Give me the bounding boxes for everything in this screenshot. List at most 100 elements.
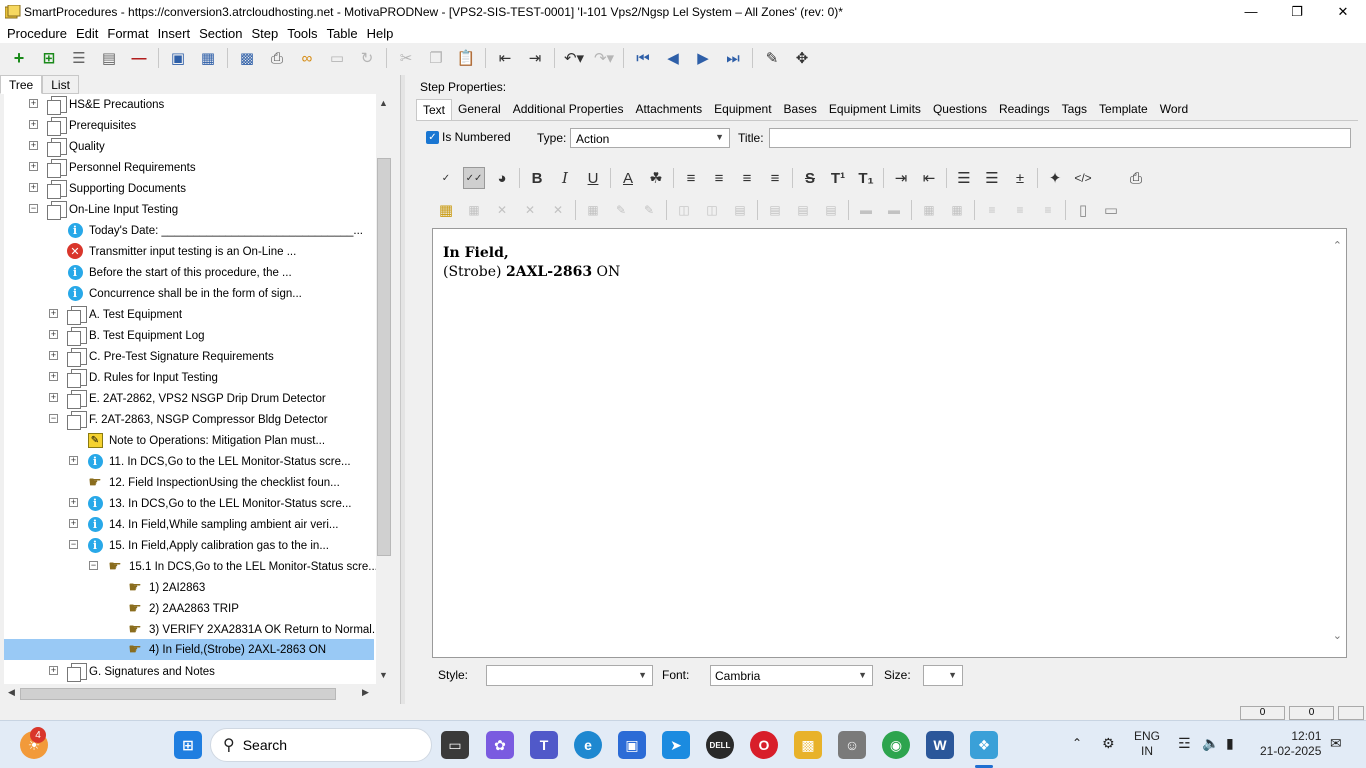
scroll-thumb[interactable]: [377, 158, 391, 556]
tree-item[interactable]: + G. Signatures and Notes: [4, 661, 376, 682]
tree-item[interactable]: − ☛ 15.1 In DCS,Go to the LEL Monitor-St…: [4, 556, 376, 577]
scroll-down-icon[interactable]: ⌄: [1333, 629, 1342, 642]
network-status-icon[interactable]: ⚙: [1102, 735, 1115, 752]
title-input[interactable]: [769, 128, 1351, 148]
tab-equipment-limits[interactable]: Equipment Limits: [823, 99, 927, 121]
cell-grid-icon[interactable]: ▦: [582, 199, 604, 221]
scroll-thumb[interactable]: [20, 688, 336, 700]
tab-questions[interactable]: Questions: [927, 99, 993, 121]
scroll-right-icon[interactable]: ▶: [362, 687, 369, 698]
cell-align-center-icon[interactable]: ≡: [1009, 199, 1031, 221]
cell-color-icon[interactable]: ✎: [638, 199, 660, 221]
menu-section[interactable]: Section: [199, 26, 249, 41]
tree-item[interactable]: i Before the start of this procedure, th…: [4, 262, 376, 283]
next-icon[interactable]: ▶: [692, 47, 714, 69]
size-select[interactable]: ▼: [923, 665, 963, 686]
expand-icon[interactable]: +: [49, 330, 58, 339]
cut-icon[interactable]: ✂: [395, 47, 417, 69]
image-icon[interactable]: ▯: [1072, 199, 1094, 221]
scroll-left-icon[interactable]: ◀: [8, 687, 15, 698]
tree-item[interactable]: ☛ 2) 2AA2863 TRIP: [4, 598, 376, 619]
bold-icon[interactable]: B: [526, 167, 548, 189]
add-icon[interactable]: +: [8, 47, 30, 69]
wifi-icon[interactable]: ☲: [1178, 735, 1191, 752]
tree-item[interactable]: + Quality: [4, 136, 376, 157]
subscript-icon[interactable]: T₁: [855, 167, 877, 189]
step-text-editor[interactable]: In Field, (Strobe) 2AXL-2863 ON ⌃ ⌄: [432, 228, 1347, 658]
tab-tags[interactable]: Tags: [1056, 99, 1093, 121]
numbered-list-icon[interactable]: ☰: [981, 167, 1003, 189]
tab-readings[interactable]: Readings: [993, 99, 1056, 121]
open-icon[interactable]: ▣: [167, 47, 189, 69]
list-icon[interactable]: ☰: [68, 47, 90, 69]
scroll-up-icon[interactable]: ▲: [379, 98, 388, 108]
font-color-icon[interactable]: A: [617, 167, 639, 189]
copilot-icon[interactable]: ✿: [486, 731, 514, 759]
save-icon[interactable]: ▦: [197, 47, 219, 69]
tree-item[interactable]: + A. Test Equipment: [4, 304, 376, 325]
tree-item[interactable]: ☛ 1) 2AI2863: [4, 577, 376, 598]
opera-icon[interactable]: O: [750, 731, 778, 759]
redo-icon[interactable]: ↷▾: [593, 47, 615, 69]
tree-item-selected[interactable]: ☛ 4) In Field,(Strobe) 2AXL-2863 ON: [4, 639, 374, 660]
expand-icon[interactable]: +: [29, 162, 38, 171]
horizontal-rule-icon[interactable]: ±: [1009, 167, 1031, 189]
language-indicator[interactable]: ENG IN: [1134, 729, 1160, 759]
first-icon[interactable]: ⏮: [632, 47, 654, 69]
row-insert-icon[interactable]: ▤: [729, 199, 751, 221]
tab-tree[interactable]: Tree: [0, 75, 43, 94]
superscript-icon[interactable]: T¹: [827, 167, 849, 189]
expand-icon[interactable]: +: [69, 456, 78, 465]
highlight-icon[interactable]: ☘: [645, 167, 667, 189]
collapse-icon[interactable]: −: [69, 540, 78, 549]
column-after-icon[interactable]: ◫: [701, 199, 723, 221]
tree-item[interactable]: + D. Rules for Input Testing: [4, 367, 376, 388]
show-hidden-icons[interactable]: ⌃: [1072, 736, 1082, 750]
tree-item[interactable]: + Personnel Requirements: [4, 157, 376, 178]
tree-item[interactable]: ✕ Transmitter input testing is an On-Lin…: [4, 241, 376, 262]
expand-icon[interactable]: +: [69, 519, 78, 528]
chrome-icon[interactable]: ◉: [882, 731, 910, 759]
is-numbered-checkbox[interactable]: ✓: [426, 131, 439, 144]
outdent-icon[interactable]: ⇤: [494, 47, 516, 69]
tab-attachments[interactable]: Attachments: [629, 99, 708, 121]
previous-icon[interactable]: ◀: [662, 47, 684, 69]
tree-horizontal-scrollbar[interactable]: ◀ ▶: [4, 686, 376, 702]
battery-icon[interactable]: ▮: [1226, 735, 1234, 752]
insert-table-icon[interactable]: ▦: [435, 199, 457, 221]
menu-edit[interactable]: Edit: [76, 26, 105, 41]
align-right-icon[interactable]: ≡: [736, 167, 758, 189]
undo-icon[interactable]: ↶▾: [563, 47, 585, 69]
paste-icon[interactable]: 📋: [455, 47, 477, 69]
tree-item[interactable]: + HS&E Precautions: [4, 94, 376, 115]
tab-list[interactable]: List: [42, 75, 79, 94]
bullet-list-icon[interactable]: ☰: [953, 167, 975, 189]
tab-template[interactable]: Template: [1093, 99, 1154, 121]
word-icon[interactable]: W: [926, 731, 954, 759]
move-icon[interactable]: ✥: [791, 47, 813, 69]
collapse-icon[interactable]: −: [29, 204, 38, 213]
panel-splitter[interactable]: [400, 75, 405, 705]
edge-icon[interactable]: e: [574, 731, 602, 759]
menu-procedure[interactable]: Procedure: [7, 26, 74, 41]
power-automate-icon[interactable]: ➤: [662, 731, 690, 759]
tree-item[interactable]: ✎ Note to Operations: Mitigation Plan mu…: [4, 430, 376, 451]
tree-item[interactable]: − On-Line Input Testing: [4, 199, 376, 220]
expand-icon[interactable]: +: [49, 666, 58, 675]
indent-decrease-icon[interactable]: ⇤: [918, 167, 940, 189]
clock[interactable]: 12:01 21-02-2025: [1260, 729, 1321, 759]
row-above-icon[interactable]: ▤: [764, 199, 786, 221]
copy-icon[interactable]: ❐: [425, 47, 447, 69]
smartprocedures-taskbar-icon[interactable]: ❖: [970, 731, 998, 759]
menu-table[interactable]: Table: [327, 26, 365, 41]
redo-format-icon[interactable]: ↻: [356, 47, 378, 69]
remove-icon[interactable]: —: [128, 47, 150, 69]
tab-word[interactable]: Word: [1154, 99, 1194, 121]
link-icon[interactable]: ∞: [296, 47, 318, 69]
export-icon[interactable]: ▩: [236, 47, 258, 69]
scroll-up-icon[interactable]: ⌃: [1333, 239, 1342, 252]
tree-item[interactable]: + Prerequisites: [4, 115, 376, 136]
tree-item[interactable]: + i 11. In DCS,Go to the LEL Monitor-Sta…: [4, 451, 376, 472]
menu-tools[interactable]: Tools: [287, 26, 324, 41]
style-select[interactable]: ▼: [486, 665, 653, 686]
